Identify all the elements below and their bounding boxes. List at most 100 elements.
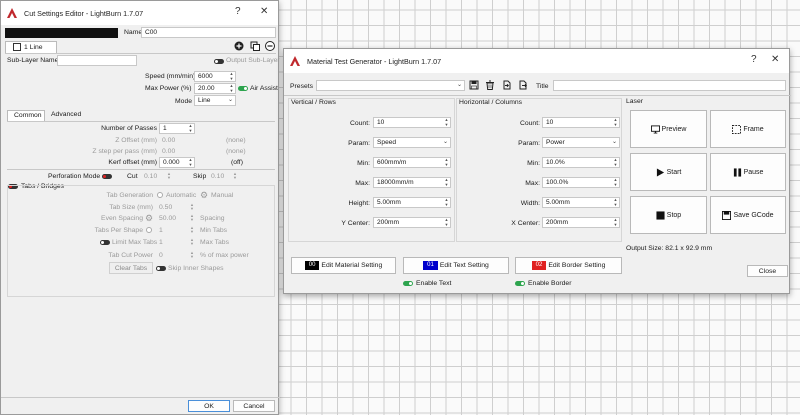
close-icon[interactable]: ✕ (771, 54, 779, 65)
passes-input[interactable]: 1 ▲ ▼ (159, 123, 195, 134)
cols-param-select[interactable]: Power ⌄ (542, 137, 620, 148)
z-step-input[interactable]: 0.00 (159, 146, 195, 157)
ok-button[interactable]: OK (188, 400, 230, 412)
cols-count-input[interactable]: 10 ▲ ▼ (542, 117, 620, 128)
export-preset-icon[interactable] (518, 80, 528, 90)
air-assist-toggle[interactable] (238, 86, 248, 91)
passes-spin-icon[interactable]: ▲ ▼ (188, 124, 193, 133)
edit-border-setting-button[interactable]: 02 Edit Border Setting (515, 257, 622, 274)
remove-sublayer-icon[interactable] (265, 41, 275, 51)
sublayer-checkbox[interactable] (13, 43, 21, 51)
cols-center-spin-icon[interactable]: ▲ ▼ (613, 218, 618, 227)
skip-value[interactable]: 0.10 (211, 173, 224, 180)
tab-cut-power-value[interactable]: 0 (159, 252, 163, 259)
presets-select[interactable]: ⌄ (316, 80, 465, 91)
output-sublayer-toggle[interactable] (214, 59, 224, 64)
max-power-spin-icon[interactable]: ▲ ▼ (229, 84, 234, 93)
even-spacing-spin-icon[interactable]: ▲ ▼ (190, 214, 194, 222)
skip-spin-icon[interactable]: ▲ ▼ (233, 172, 237, 180)
rows-center-input[interactable]: 200mm ▲ ▼ (373, 217, 451, 228)
import-preset-icon[interactable] (502, 80, 512, 90)
tab-size-spin-icon[interactable]: ▲ ▼ (190, 203, 194, 211)
help-icon[interactable]: ? (751, 54, 757, 65)
rows-param-value: Speed (377, 139, 397, 146)
name-input[interactable]: C00 (141, 27, 276, 38)
cols-width-input[interactable]: 5.00mm ▲ ▼ (542, 197, 620, 208)
max-power-input[interactable]: 20.00 ▲ ▼ (194, 83, 236, 94)
enable-text-toggle[interactable] (403, 281, 413, 286)
even-spacing-value[interactable]: 50.00 (159, 215, 176, 222)
manual-gear-icon[interactable]: ⚙ (200, 190, 208, 201)
edit-text-setting-button[interactable]: 01 Edit Text Setting (403, 257, 509, 274)
cols-width-spin-icon[interactable]: ▲ ▼ (613, 198, 618, 207)
cols-center-input[interactable]: 200mm ▲ ▼ (542, 217, 620, 228)
limit-max-tabs-toggle[interactable] (100, 240, 110, 245)
title-input[interactable] (553, 80, 786, 91)
cut-settings-titlebar[interactable]: Cut Settings Editor - LightBurn 1.7.07 ?… (1, 1, 278, 25)
lightburn-logo-icon (290, 56, 300, 66)
tabs-per-shape-radio[interactable] (146, 227, 152, 233)
edit-material-setting-button[interactable]: 00 Edit Material Setting (291, 257, 396, 274)
perforation-toggle[interactable] (102, 174, 112, 179)
material-test-window: Material Test Generator - LightBurn 1.7.… (283, 48, 791, 294)
material-test-titlebar[interactable]: Material Test Generator - LightBurn 1.7.… (284, 49, 789, 73)
tab-size-value[interactable]: 0.50 (159, 204, 172, 211)
pause-icon (733, 167, 741, 177)
sublayer-tab[interactable]: 1 Line (5, 41, 57, 53)
delete-preset-icon[interactable] (485, 80, 495, 90)
cols-min-input[interactable]: 10.0% ▲ ▼ (542, 157, 620, 168)
even-spacing-gear-icon[interactable]: ⚙ (145, 213, 153, 224)
rows-param-select[interactable]: Speed ⌄ (373, 137, 451, 148)
skip-inner-shapes-toggle[interactable] (156, 266, 166, 271)
cols-count-spin-icon[interactable]: ▲ ▼ (613, 118, 618, 127)
add-sublayer-icon[interactable] (234, 41, 244, 51)
tab-advanced[interactable]: Advanced (46, 110, 88, 121)
save-preset-icon[interactable] (469, 80, 479, 90)
automatic-radio[interactable] (157, 192, 163, 198)
monitor-icon (650, 124, 660, 134)
cols-min-spin-icon[interactable]: ▲ ▼ (613, 158, 618, 167)
kerf-input[interactable]: 0.000 ▲ ▼ (159, 157, 195, 168)
mode-select[interactable]: Line ⌄ (194, 95, 236, 106)
rows-max-spin-icon[interactable]: ▲ ▼ (444, 178, 449, 187)
rows-max-input[interactable]: 18000mm/m ▲ ▼ (373, 177, 451, 188)
limit-max-tabs-value[interactable]: 1 (159, 239, 163, 246)
tabs-per-shape-value[interactable]: 1 (159, 227, 163, 234)
clear-tabs-button[interactable]: Clear Tabs (109, 262, 153, 274)
rows-center-spin-icon[interactable]: ▲ ▼ (444, 218, 449, 227)
limit-max-tabs-spin-icon[interactable]: ▲ ▼ (190, 238, 194, 246)
rows-min-spin-icon[interactable]: ▲ ▼ (444, 158, 449, 167)
pause-button[interactable]: Pause (710, 153, 786, 191)
sublayer-name-input[interactable] (57, 55, 137, 66)
cols-max-spin-icon[interactable]: ▲ ▼ (613, 178, 618, 187)
lightburn-logo-icon (7, 8, 17, 18)
save-gcode-button[interactable]: Save GCode (710, 196, 786, 234)
cut-spin-icon[interactable]: ▲ ▼ (167, 172, 171, 180)
speed-spin-icon[interactable]: ▲ ▼ (229, 72, 234, 81)
copy-sublayer-icon[interactable] (250, 41, 260, 51)
frame-button[interactable]: Frame (710, 110, 786, 148)
close-icon[interactable]: ✕ (260, 6, 268, 17)
cancel-button[interactable]: Cancel (233, 400, 275, 412)
tab-common[interactable]: Common (7, 110, 45, 121)
rows-count-input[interactable]: 10 ▲ ▼ (373, 117, 451, 128)
rows-count-spin-icon[interactable]: ▲ ▼ (444, 118, 449, 127)
tabs-per-shape-spin-icon[interactable]: ▲ ▼ (190, 226, 194, 234)
kerf-spin-icon[interactable]: ▲ ▼ (188, 158, 193, 167)
rows-height-input[interactable]: 5.00mm ▲ ▼ (373, 197, 451, 208)
start-button[interactable]: Start (630, 153, 707, 191)
speed-input[interactable]: 6000 ▲ ▼ (194, 71, 236, 82)
preview-button[interactable]: Preview (630, 110, 707, 148)
help-icon[interactable]: ? (235, 6, 241, 17)
tab-cut-power-spin-icon[interactable]: ▲ ▼ (190, 251, 194, 259)
close-button[interactable]: Close (747, 265, 788, 277)
rows-height-spin-icon[interactable]: ▲ ▼ (444, 198, 449, 207)
cut-value[interactable]: 0.10 (144, 173, 157, 180)
enable-border-toggle[interactable] (515, 281, 525, 286)
stop-icon (656, 210, 665, 220)
z-offset-input[interactable]: 0.00 (159, 135, 195, 146)
rows-min-input[interactable]: 600mm/m ▲ ▼ (373, 157, 451, 168)
stop-button[interactable]: Stop (630, 196, 707, 234)
z-offset-value: 0.00 (162, 137, 176, 144)
cols-max-input[interactable]: 100.0% ▲ ▼ (542, 177, 620, 188)
